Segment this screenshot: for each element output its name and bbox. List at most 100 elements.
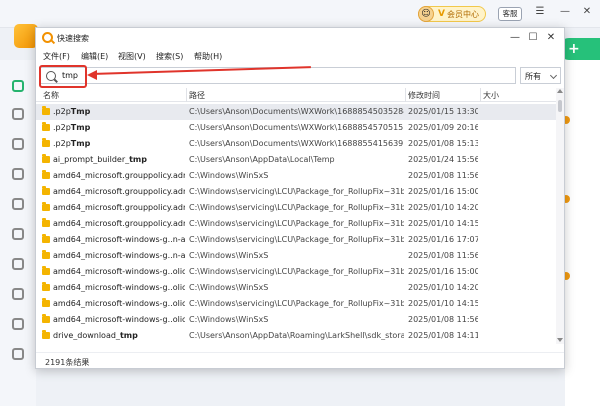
cell-name: amd64_microsoft.grouppolicy.admtm <box>53 187 185 196</box>
sidebar-icon[interactable] <box>12 318 24 330</box>
cell-path: C:\Windows\servicing\LCU\Package_for_Rol… <box>189 299 404 308</box>
scroll-up-icon[interactable] <box>557 89 563 93</box>
maximize-icon[interactable]: ☐ <box>526 31 540 45</box>
sidebar-icon[interactable] <box>12 228 24 240</box>
cell-name: amd64_microsoft.grouppolicy.admtm <box>53 203 185 212</box>
name-match-text: Tmp <box>70 123 91 132</box>
folder-icon <box>42 202 50 211</box>
app-sidebar <box>0 60 36 406</box>
result-count: 2191条结果 <box>45 358 90 367</box>
sidebar-icon[interactable] <box>12 348 24 360</box>
table-row[interactable]: amd64_microsoft-windows-g..olicy-a C:\Win… <box>36 280 556 296</box>
table-row[interactable]: amd64_microsoft.grouppolicy.admtm C:\Wind… <box>36 216 556 232</box>
sidebar-icon[interactable] <box>12 108 24 120</box>
name-text: ai_prompt_builder_ <box>53 155 130 164</box>
cell-name: amd64_microsoft.grouppolicy.admtm <box>53 171 185 180</box>
cell-modified: 2025/01/10 14:15 <box>408 219 478 228</box>
cell-path: C:\Windows\servicing\LCU\Package_for_Rol… <box>189 219 404 228</box>
column-divider[interactable] <box>405 88 406 102</box>
table-row[interactable]: amd64_microsoft-windows-g..olicy-a C:\Win… <box>36 312 556 328</box>
minimize-icon[interactable]: — <box>558 6 572 17</box>
close-icon[interactable]: ✕ <box>580 6 594 17</box>
status-bar: 2191条结果 <box>36 352 564 368</box>
name-text: amd64_microsoft-windows-g..olicy-a <box>53 283 185 292</box>
folder-icon <box>42 218 50 227</box>
name-text: amd64_microsoft-windows-g..n-adm <box>53 235 185 244</box>
scroll-thumb[interactable] <box>558 100 562 112</box>
menu-view[interactable]: 视图(V) <box>118 51 146 62</box>
column-divider[interactable] <box>480 88 481 102</box>
folder-icon <box>42 250 50 259</box>
table-row[interactable]: amd64_microsoft.grouppolicy.admtm C:\Wind… <box>36 184 556 200</box>
cell-name: .p2pTmp <box>53 123 185 132</box>
menu-file[interactable]: 文件(F) <box>43 51 70 62</box>
cell-name: amd64_microsoft-windows-g..olicy-a <box>53 267 185 276</box>
sidebar-icon[interactable] <box>12 168 24 180</box>
cell-modified: 2025/01/08 15:13 <box>408 139 478 148</box>
cell-name: drive_download_tmp <box>53 331 185 340</box>
table-row[interactable]: ai_prompt_builder_tmp C:\Users\Anson\AppD… <box>36 152 556 168</box>
column-header-name[interactable]: 名称 <box>43 90 59 101</box>
search-input[interactable]: tmp <box>39 67 516 84</box>
sidebar-icon[interactable] <box>12 288 24 300</box>
folder-icon <box>42 138 50 147</box>
name-text: .p2p <box>53 107 71 116</box>
customer-service-button[interactable]: 客服 <box>498 7 522 21</box>
table-row[interactable]: amd64_microsoft-windows-g..olicy-a C:\Win… <box>36 264 556 280</box>
cell-name: amd64_microsoft-windows-g..olicy-a <box>53 299 185 308</box>
cell-modified: 2025/01/08 11:56 <box>408 171 478 180</box>
cell-modified: 2025/01/15 13:30 <box>408 107 478 116</box>
name-text: amd64_microsoft.grouppolicy.admt <box>53 187 185 196</box>
sidebar-icon[interactable] <box>12 80 24 92</box>
cell-name: .p2pTmp <box>53 139 185 148</box>
name-text: amd64_microsoft.grouppolicy.admt <box>53 171 185 180</box>
menu-help[interactable]: 帮助(H) <box>194 51 222 62</box>
name-match-text: Tmp <box>70 107 91 116</box>
cell-modified: 2025/01/10 14:20 <box>408 283 478 292</box>
cell-modified: 2025/01/24 15:56 <box>408 155 478 164</box>
dialog-titlebar[interactable]: 快速搜索 — ☐ ✕ <box>36 28 564 48</box>
cell-name: amd64_microsoft-windows-g..n-adm <box>53 251 185 260</box>
vip-center-label: 会员中心 <box>446 9 479 19</box>
minimize-icon[interactable]: — <box>508 31 522 45</box>
scroll-down-icon[interactable] <box>557 338 563 342</box>
cell-modified: 2025/01/08 11:56 <box>408 251 478 260</box>
menu-icon[interactable]: ☰ <box>533 6 547 17</box>
menu-edit[interactable]: 编辑(E) <box>81 51 108 62</box>
table-row[interactable]: amd64_microsoft.grouppolicy.admtm C:\Wind… <box>36 168 556 184</box>
column-divider[interactable] <box>186 88 187 102</box>
menu-search[interactable]: 搜索(S) <box>156 51 183 62</box>
cell-path: C:\Windows\WinSxS <box>189 171 269 180</box>
background-panel <box>565 40 600 406</box>
folder-icon <box>42 234 50 243</box>
cell-path: C:\Windows\WinSxS <box>189 283 269 292</box>
cell-modified: 2025/01/10 14:15 <box>408 299 478 308</box>
sidebar-icon[interactable] <box>12 258 24 270</box>
table-row[interactable]: drive_download_tmp C:\Users\Anson\AppData… <box>36 328 556 344</box>
vertical-scrollbar[interactable] <box>556 88 564 344</box>
name-match-text: tmp <box>119 331 138 340</box>
table-row[interactable]: amd64_microsoft-windows-g..n-adm C:\Windo… <box>36 248 556 264</box>
cell-path: C:\Windows\servicing\LCU\Package_for_Rol… <box>189 187 404 196</box>
table-row[interactable]: .p2pTmp C:\Users\Anson\Documents\WXWork\1… <box>36 136 556 152</box>
name-text: amd64_microsoft-windows-g..n-adm <box>53 251 185 260</box>
table-row[interactable]: .p2pTmp C:\Users\Anson\Documents\WXWork\1… <box>36 120 556 136</box>
folder-icon <box>42 298 50 307</box>
vip-center-button[interactable]: ☺ V 会员中心 <box>418 6 486 22</box>
column-header-path[interactable]: 路径 <box>189 90 205 101</box>
column-header-modified[interactable]: 修改时间 <box>408 90 440 101</box>
app-topbar: ☺ V 会员中心 客服 ☰ — ✕ <box>0 0 600 28</box>
table-row[interactable]: amd64_microsoft-windows-g..n-adm C:\Windo… <box>36 232 556 248</box>
name-text: drive_download_ <box>53 331 120 340</box>
sidebar-icon[interactable] <box>12 198 24 210</box>
table-row[interactable]: amd64_microsoft.grouppolicy.admtm C:\Wind… <box>36 200 556 216</box>
filter-dropdown[interactable]: 所有 <box>520 67 561 84</box>
column-header-size[interactable]: 大小 <box>483 90 499 101</box>
close-icon[interactable]: ✕ <box>544 31 558 45</box>
name-text: .p2p <box>53 139 71 148</box>
sidebar-icon[interactable] <box>12 138 24 150</box>
cell-modified: 2025/01/10 14:20 <box>408 203 478 212</box>
annotation-highlight-box <box>39 65 87 88</box>
table-row[interactable]: amd64_microsoft-windows-g..olicy-a C:\Win… <box>36 296 556 312</box>
table-row[interactable]: .p2pTmp C:\Users\Anson\Documents\WXWork\1… <box>36 104 556 120</box>
